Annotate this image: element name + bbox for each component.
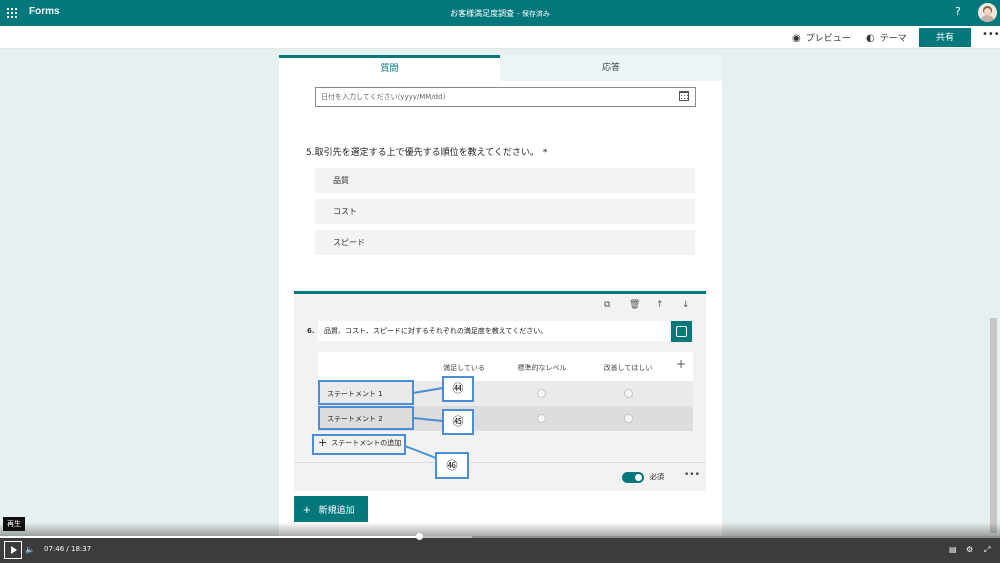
plus-icon: + (303, 501, 311, 517)
captions-icon[interactable]: ▤ (949, 545, 957, 554)
calendar-icon[interactable] (679, 91, 689, 101)
more-options-icon[interactable]: ••• (982, 29, 1000, 40)
move-up-icon[interactable]: ↑ (656, 300, 664, 310)
progress-buffered (419, 536, 472, 538)
move-down-icon[interactable]: ↓ (682, 300, 690, 310)
seek-handle[interactable] (416, 533, 423, 540)
tab-questions[interactable]: 質問 (279, 55, 500, 81)
eye-icon: ◉ (792, 33, 801, 44)
copy-icon[interactable]: ⧉ (604, 300, 610, 310)
callout-badge: ㊹ (442, 376, 474, 402)
required-label: 必須 (650, 473, 664, 481)
add-new-button[interactable]: + 新規追加 (294, 496, 368, 522)
rank-item[interactable]: コスト (315, 199, 695, 224)
date-input[interactable]: 日付を入力してください(yyyy/MM/dd) (315, 87, 696, 107)
preview-button[interactable]: ◉ プレビュー (792, 31, 851, 44)
saved-status: - 保存済み (517, 10, 550, 18)
q5-title: 5.取引先を選定する上で優先する順位を教えてください。 * (306, 145, 547, 158)
q6-question-input[interactable]: 品質、コスト、スピードに対するそれぞれの満足度を教えてください。 (318, 321, 669, 341)
column-header[interactable]: 満足している (419, 363, 509, 373)
form-title-text[interactable]: お客様満足度調査 (450, 9, 514, 18)
callout-highlight (318, 406, 414, 430)
q5-title-text: 5.取引先を選定する上で優先する順位を教えてください。 (306, 148, 539, 158)
volume-icon[interactable]: 🔈 (25, 545, 35, 554)
callout-highlight (318, 380, 414, 405)
add-column-icon[interactable]: + (676, 357, 686, 371)
rank-item[interactable]: スピード (315, 230, 695, 255)
column-header[interactable]: 標準的なレベル (497, 363, 587, 373)
play-button[interactable] (4, 541, 22, 559)
form-title: お客様満足度調査 - 保存済み (0, 8, 1000, 19)
share-button[interactable]: 共有 (919, 28, 971, 47)
callout-badge: ㊺ (442, 409, 474, 435)
delete-icon[interactable]: 🗑 (629, 300, 640, 310)
current-time: 07:46 (44, 545, 65, 553)
radio-button[interactable] (537, 389, 546, 398)
video-player-bar (0, 537, 1000, 563)
palette-icon: ◐ (866, 33, 875, 44)
theme-label: テーマ (879, 34, 907, 44)
play-tooltip: 再生 (3, 517, 25, 531)
required-mark: * (542, 148, 548, 158)
player-gradient (0, 522, 1000, 537)
divider (294, 462, 706, 463)
help-icon[interactable]: ? (955, 5, 961, 18)
column-header[interactable]: 改善してほしい (583, 363, 673, 373)
radio-button[interactable] (624, 414, 633, 423)
callout-badge: ㊻ (435, 452, 469, 479)
avatar[interactable] (978, 3, 997, 22)
tab-responses[interactable]: 応答 (500, 55, 722, 81)
command-bar: ◉ プレビュー ◐ テーマ 共有 ••• (0, 26, 1000, 49)
radio-button[interactable] (624, 389, 633, 398)
callout-highlight (312, 434, 406, 455)
q6-number: 6. (307, 327, 315, 335)
rank-item[interactable]: 品質 (315, 168, 695, 193)
exit-fullscreen-icon[interactable]: ⤢ (984, 545, 990, 555)
question-more-icon[interactable]: ••• (684, 470, 700, 480)
time-separator: / (66, 545, 69, 553)
top-bar: Forms お客様満足度調査 - 保存済み ? (0, 0, 1000, 26)
preview-label: プレビュー (805, 34, 851, 44)
scrollbar[interactable] (990, 318, 997, 533)
add-new-label: 新規追加 (318, 504, 355, 515)
radio-button[interactable] (537, 414, 546, 423)
time-display: 07:46 / 18:37 (44, 545, 91, 553)
duration: 18:37 (71, 545, 92, 553)
required-toggle[interactable] (622, 472, 644, 483)
progress-played (0, 536, 419, 538)
edit-question-button[interactable] (671, 321, 692, 342)
theme-button[interactable]: ◐ テーマ (866, 31, 907, 44)
settings-icon[interactable]: ⚙ (966, 545, 973, 554)
